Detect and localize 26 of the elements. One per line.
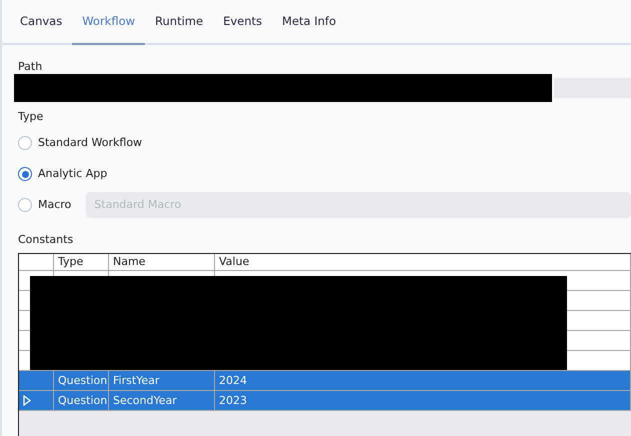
table-row[interactable]: Question FirstYear 2024: [19, 371, 631, 392]
tab[interactable]: Meta Info: [272, 0, 346, 45]
path-label: Path: [18, 59, 44, 75]
table-cell: Question: [54, 371, 109, 390]
table-cell: FirstYear: [109, 371, 215, 390]
radio-label[interactable]: Analytic App: [38, 166, 108, 182]
column-header[interactable]: Type: [54, 254, 109, 270]
constants-label: Constants: [18, 232, 74, 248]
current-row-icon: [23, 395, 31, 406]
radio-label[interactable]: Standard Workflow: [38, 135, 142, 152]
table-cell: 2024: [215, 371, 631, 390]
radio-button[interactable]: [18, 198, 32, 212]
table-cell: SecondYear: [109, 391, 215, 410]
table-row[interactable]: Question SecondYear 2023: [19, 391, 631, 412]
radio-button[interactable]: [18, 136, 32, 150]
type-label: Type: [18, 108, 44, 124]
tab[interactable]: Canvas: [10, 0, 72, 45]
table-cell: 2023: [215, 391, 631, 410]
tab[interactable]: Events: [213, 0, 272, 45]
radio-button[interactable]: [18, 167, 32, 182]
column-header[interactable]: Value: [215, 254, 631, 270]
table-cell: Question: [54, 391, 109, 410]
radio-label[interactable]: Macro: [38, 197, 72, 214]
tab[interactable]: Workflow: [72, 0, 146, 45]
column-header[interactable]: Name: [109, 254, 215, 270]
tab[interactable]: Runtime: [145, 0, 214, 45]
